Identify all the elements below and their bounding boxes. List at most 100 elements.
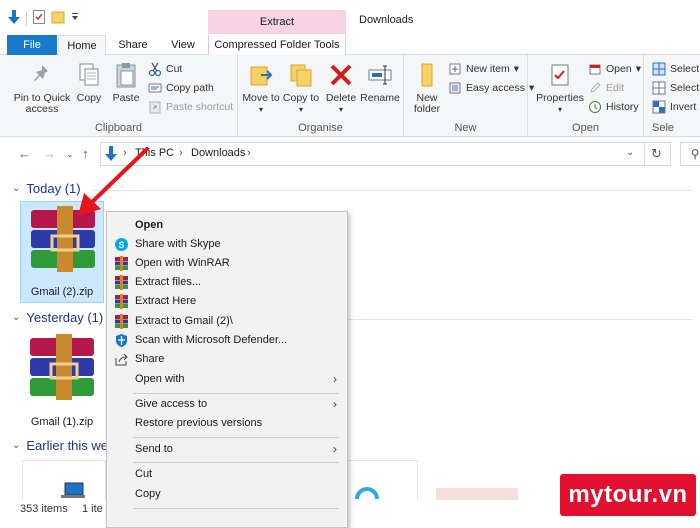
svg-text:S: S [118, 240, 124, 250]
menu-separator [133, 437, 339, 438]
menu-item-cut[interactable]: Cut [107, 465, 347, 484]
ribbon-tabs: File Home Share View Compressed Folder T… [0, 35, 700, 56]
file-item-partial[interactable] [22, 460, 106, 500]
winrar-icon [114, 314, 129, 329]
select-all-icon [652, 62, 666, 76]
copy-icon [75, 61, 103, 89]
copy-to-button[interactable]: Copy to ▾ [282, 61, 320, 115]
group-header-earlier-this-week[interactable]: ⌄ Earlier this we [12, 438, 108, 453]
file-item-gmail-2[interactable]: Gmail (2).zip [20, 201, 104, 303]
collapse-chevron-icon: ⌄ [12, 183, 21, 194]
circle-app-icon [353, 481, 381, 502]
winrar-icon [114, 256, 129, 271]
search-box[interactable]: ⚲ [680, 142, 700, 166]
winrar-archive-icon [24, 334, 100, 405]
select-none-button[interactable]: Select [652, 79, 699, 96]
pin-to-quick-access-button[interactable]: Pin to Quick access [6, 61, 78, 115]
tab-file[interactable]: File [7, 35, 57, 55]
share-icon [114, 352, 129, 367]
menu-item-give-access-to[interactable]: Give access to › [107, 395, 347, 414]
open-dropdown-icon: ▾ [635, 62, 641, 75]
window-title: Downloads [359, 14, 414, 26]
submenu-chevron-icon: › [333, 372, 337, 386]
extract-context-tab: Extract [208, 10, 346, 34]
history-button[interactable]: History [588, 98, 639, 115]
address-bar[interactable]: › This PC › Downloads › ⌄ [100, 142, 645, 166]
submenu-chevron-icon: › [333, 397, 337, 411]
tab-share[interactable]: Share [112, 35, 154, 55]
recent-locations-icon[interactable]: ⌄ [66, 149, 74, 160]
group-divider [92, 190, 692, 191]
winrar-icon [114, 275, 129, 290]
invert-selection-button[interactable]: Invert [652, 98, 696, 115]
menu-item-share[interactable]: Share [107, 350, 347, 369]
tab-view[interactable]: View [164, 35, 202, 55]
collapse-chevron-icon: ⌄ [12, 312, 21, 323]
winrar-archive-icon [25, 206, 101, 277]
refresh-button[interactable]: ↻ [643, 142, 671, 166]
new-item-button[interactable]: New item ▾ [448, 60, 519, 77]
breadcrumb-separator-icon: › [179, 147, 183, 159]
menu-item-restore-previous-versions[interactable]: Restore previous versions [107, 414, 347, 433]
menu-item-send-to[interactable]: Send to › [107, 440, 347, 459]
breadcrumb-this-pc[interactable]: This PC [135, 147, 174, 159]
tab-home[interactable]: Home [58, 35, 106, 56]
edit-button[interactable]: Edit [588, 79, 624, 96]
group-divider [348, 319, 692, 320]
breadcrumb-downloads[interactable]: Downloads [191, 147, 245, 159]
new-folder-button[interactable]: New folder [408, 61, 446, 115]
cut-button[interactable]: Cut [148, 60, 182, 77]
menu-item-copy[interactable]: Copy [107, 485, 347, 504]
delete-button[interactable]: Delete ▾ [324, 61, 358, 115]
address-dropdown-icon[interactable]: ⌄ [626, 147, 634, 158]
file-item-gmail-1[interactable]: Gmail (1).zip [20, 330, 104, 432]
properties-button[interactable]: Properties ▾ [534, 61, 586, 115]
file-name: Gmail (2).zip [30, 286, 94, 298]
properties-check-icon[interactable] [33, 10, 45, 27]
menu-item-extract-to-folder[interactable]: Extract to Gmail (2)\ [107, 312, 347, 331]
group-header-today[interactable]: ⌄ Today (1) [12, 181, 81, 196]
rename-button[interactable]: Rename [360, 61, 400, 104]
down-arrow-icon[interactable] [8, 10, 20, 27]
menu-separator [133, 393, 339, 394]
menu-item-open[interactable]: Open [107, 216, 347, 235]
new-folder-icon[interactable] [51, 10, 65, 27]
history-icon [588, 100, 602, 114]
up-arrow-icon[interactable]: ↑ [82, 146, 89, 161]
new-group: New folder New item ▾ Easy access ▾ New [404, 55, 534, 137]
organise-group: Move to ▾ Copy to ▾ Delete ▾ Rename Orga… [238, 55, 404, 137]
select-all-button[interactable]: Select [652, 60, 699, 77]
mytour-watermark: mytour.vn [560, 474, 696, 516]
open-button[interactable]: Open ▾ [588, 60, 641, 77]
copy-to-dropdown-icon: ▾ [298, 105, 303, 114]
menu-item-extract-files[interactable]: Extract files... [107, 273, 347, 292]
menu-item-open-with[interactable]: Open with › [107, 370, 347, 389]
menu-item-scan-with-defender[interactable]: Scan with Microsoft Defender... [107, 331, 347, 350]
downloads-location-icon [105, 146, 117, 164]
search-icon: ⚲ [690, 147, 700, 161]
group-header-yesterday[interactable]: ⌄ Yesterday (1) [12, 310, 103, 325]
breadcrumb-separator-icon: › [247, 147, 251, 159]
copy-path-icon [148, 81, 162, 95]
copy-path-button[interactable]: Copy path [148, 79, 214, 96]
move-to-button[interactable]: Move to ▾ [242, 61, 280, 115]
quick-access-toolbar [8, 10, 79, 27]
file-name: Gmail (1).zip [30, 416, 94, 428]
back-arrow-icon[interactable]: ← [18, 146, 31, 161]
move-to-icon [247, 61, 275, 89]
skype-icon: S [114, 237, 129, 252]
computer-icon [59, 481, 87, 502]
menu-item-open-with-winrar[interactable]: Open with WinRAR [107, 254, 347, 273]
open-icon [588, 62, 602, 76]
copy-to-icon [287, 61, 315, 89]
customize-dropdown-icon[interactable] [71, 12, 79, 25]
copy-button[interactable]: Copy [74, 61, 104, 104]
paste-button[interactable]: Paste [110, 61, 142, 104]
tab-compressed-folder-tools[interactable]: Compressed Folder Tools [208, 35, 346, 55]
easy-access-button[interactable]: Easy access ▾ [448, 79, 534, 96]
forward-arrow-icon[interactable]: → [43, 146, 56, 161]
paste-shortcut-button[interactable]: Paste shortcut [148, 98, 233, 115]
menu-item-share-with-skype[interactable]: S Share with Skype [107, 235, 347, 254]
item-count: 353 items [20, 503, 68, 515]
menu-item-extract-here[interactable]: Extract Here [107, 292, 347, 311]
